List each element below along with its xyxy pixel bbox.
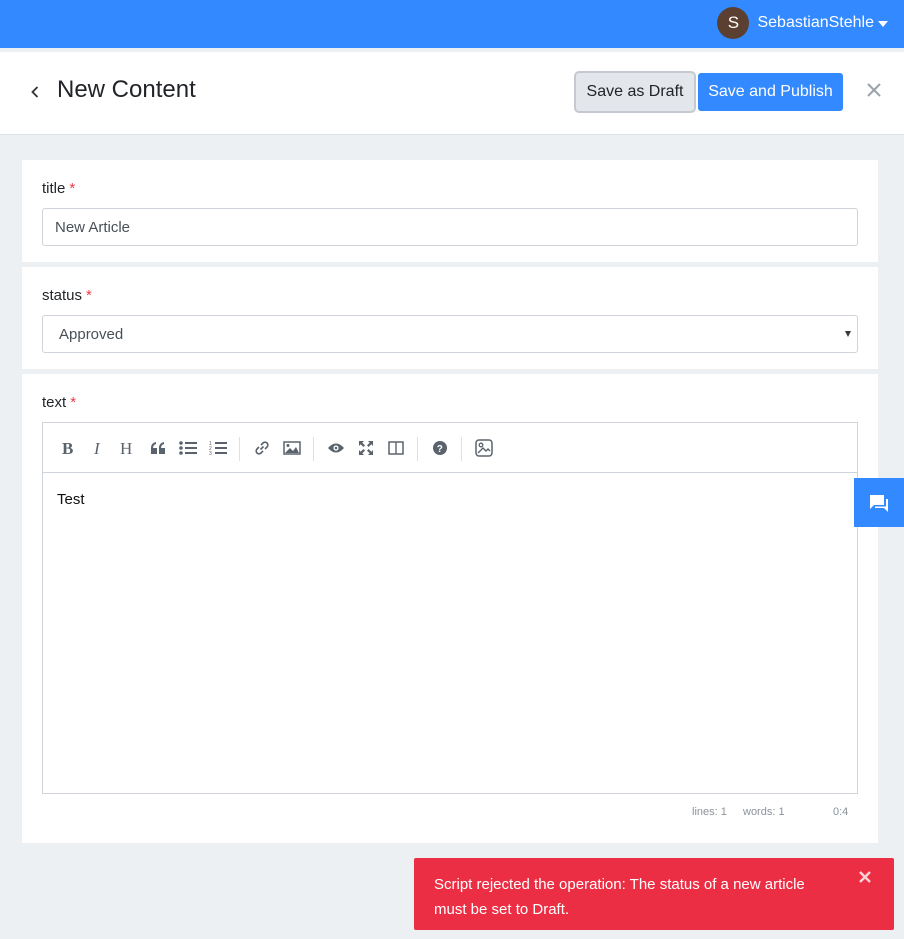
- required-mark: *: [86, 287, 92, 304]
- title-input[interactable]: New Article: [42, 208, 858, 246]
- heading-icon[interactable]: H: [117, 437, 139, 459]
- italic-icon[interactable]: I: [87, 437, 109, 459]
- toolbar-separator: [417, 437, 418, 461]
- save-draft-button[interactable]: Save as Draft: [576, 73, 694, 111]
- field-label-status: status *: [42, 287, 92, 304]
- field-label-text: text *: [42, 394, 77, 411]
- caret-down-icon: [878, 21, 888, 27]
- editor-toolbar: B I H 123 ?: [43, 423, 857, 473]
- editor-content[interactable]: Test: [57, 491, 85, 508]
- toolbar-separator: [313, 437, 314, 461]
- svg-text:H: H: [120, 440, 132, 456]
- required-mark: *: [69, 180, 76, 197]
- markdown-editor: B I H 123 ? Test: [42, 422, 858, 794]
- user-menu[interactable]: S SebastianStehle: [717, 7, 888, 39]
- content-header: New Content Save as Draft Save and Publi…: [0, 52, 904, 135]
- toolbar-separator: [461, 437, 462, 461]
- toast-message: Script rejected the operation: The statu…: [434, 876, 805, 918]
- asset-image-icon[interactable]: [473, 437, 495, 459]
- quote-icon[interactable]: [147, 437, 169, 459]
- avatar: S: [717, 7, 750, 39]
- svg-text:3: 3: [209, 451, 212, 456]
- fullscreen-icon[interactable]: [355, 437, 377, 459]
- field-card-status: status * Approved: [22, 267, 878, 369]
- unordered-list-icon[interactable]: [177, 437, 199, 459]
- toast-close-icon[interactable]: [858, 870, 872, 884]
- svg-text:B: B: [62, 440, 73, 456]
- image-icon[interactable]: [281, 437, 303, 459]
- link-icon[interactable]: [251, 437, 273, 459]
- field-card-text: text * B I H 123 ? Test lines: 1 words: …: [22, 374, 878, 843]
- chat-icon: [870, 494, 888, 512]
- status-select[interactable]: Approved: [42, 315, 858, 353]
- svg-text:?: ?: [437, 444, 443, 455]
- status-cursor: 0:4: [833, 806, 849, 818]
- top-navbar: S SebastianStehle: [0, 0, 904, 48]
- help-icon[interactable]: ?: [429, 437, 451, 459]
- username: SebastianStehle: [757, 14, 874, 31]
- toolbar-separator: [239, 437, 240, 461]
- field-card-title: title * New Article: [22, 160, 878, 262]
- status-lines: lines: 1: [692, 806, 727, 818]
- field-label-title: title *: [42, 180, 76, 197]
- status-selected-value: Approved: [59, 325, 124, 343]
- status-words: words: 1: [743, 806, 785, 818]
- save-publish-button[interactable]: Save and Publish: [698, 73, 843, 111]
- bold-icon[interactable]: B: [57, 437, 79, 459]
- preview-icon[interactable]: [325, 437, 347, 459]
- side-by-side-icon[interactable]: [385, 437, 407, 459]
- ordered-list-icon[interactable]: 123: [207, 437, 229, 459]
- svg-text:I: I: [93, 440, 101, 456]
- page-title: New Content: [57, 76, 196, 103]
- back-icon[interactable]: [28, 82, 42, 102]
- select-arrow-icon: [845, 331, 851, 337]
- close-icon[interactable]: [866, 82, 882, 98]
- comments-button[interactable]: [854, 478, 904, 527]
- required-mark: *: [70, 394, 77, 411]
- error-toast: Script rejected the operation: The statu…: [414, 858, 894, 930]
